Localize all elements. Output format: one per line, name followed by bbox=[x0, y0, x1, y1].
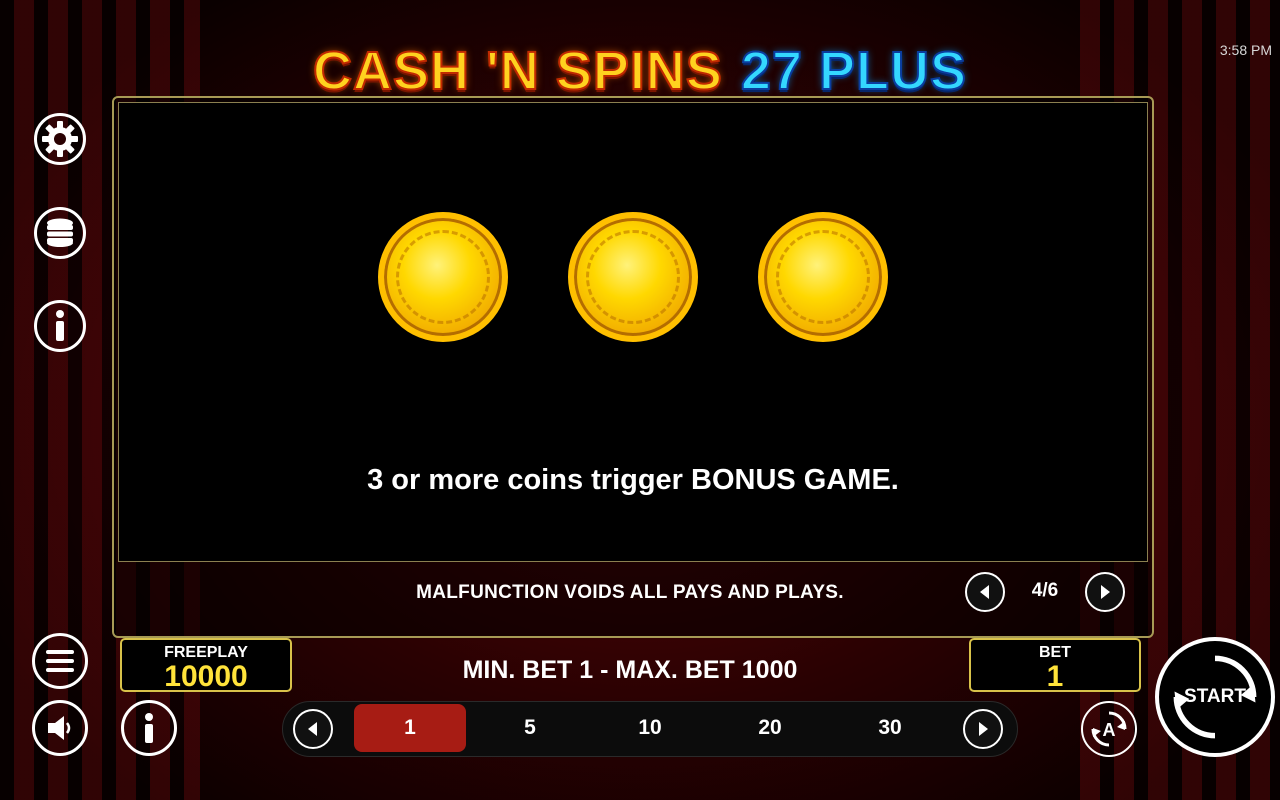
autoplay-button[interactable]: A bbox=[1081, 701, 1137, 757]
bet-decrease-button[interactable] bbox=[293, 709, 333, 749]
menu-icon bbox=[46, 650, 74, 672]
info-icon bbox=[145, 713, 153, 743]
bet-limits: MIN. BET 1 - MAX. BET 1000 bbox=[462, 656, 798, 684]
chevron-left-icon bbox=[308, 722, 317, 736]
gear-icon bbox=[42, 121, 78, 157]
info-button[interactable] bbox=[34, 300, 86, 352]
malfunction-disclaimer: MALFUNCTION VOIDS ALL PAYS AND PLAYS. bbox=[416, 582, 844, 603]
paytable-prev-button[interactable] bbox=[965, 572, 1005, 612]
game-title-part1: CASH 'N SPINS bbox=[312, 40, 723, 102]
coin-stack-icon bbox=[47, 218, 73, 247]
balance-value: 10000 bbox=[164, 660, 248, 693]
bet-increase-button[interactable] bbox=[963, 709, 1003, 749]
bet-option-10[interactable]: 10 bbox=[594, 704, 706, 752]
start-label: START bbox=[1184, 686, 1246, 707]
bet-settings-button[interactable] bbox=[34, 207, 86, 259]
bet-option-20[interactable]: 20 bbox=[714, 704, 826, 752]
paytable-page-indicator: 4/6 bbox=[1031, 580, 1059, 601]
bet-option-5[interactable]: 5 bbox=[474, 704, 586, 752]
status-clock: 3:58 PM bbox=[1219, 42, 1272, 58]
speaker-icon bbox=[48, 716, 71, 740]
balance-box: FREEPLAY 10000 bbox=[120, 638, 292, 692]
sound-button[interactable] bbox=[32, 700, 88, 756]
paytable-info-button[interactable] bbox=[121, 700, 177, 756]
gold-coin-symbol bbox=[378, 212, 508, 342]
game-title-part2: 27 PLUS bbox=[740, 40, 967, 102]
start-button[interactable]: START bbox=[1155, 637, 1275, 757]
bonus-description: 3 or more coins trigger BONUS GAME. bbox=[367, 464, 899, 496]
bet-option-1[interactable]: 1 bbox=[354, 704, 466, 752]
settings-button[interactable] bbox=[34, 113, 86, 165]
paytable-next-button[interactable] bbox=[1085, 572, 1125, 612]
bet-option-30[interactable]: 30 bbox=[834, 704, 946, 752]
game-screen: CASH 'N SPINS 27 PLUS 3:58 PM 3 or more … bbox=[0, 0, 1280, 800]
game-title: CASH 'N SPINS 27 PLUS bbox=[0, 40, 1280, 102]
bet-box: BET 1 bbox=[969, 638, 1141, 692]
gold-coin-symbol bbox=[758, 212, 888, 342]
menu-button[interactable] bbox=[32, 633, 88, 689]
info-icon bbox=[56, 310, 64, 341]
autoplay-label: A bbox=[1103, 720, 1116, 740]
chevron-right-icon bbox=[979, 722, 988, 736]
gold-coin-symbol bbox=[568, 212, 698, 342]
autoplay-icon: A bbox=[1091, 711, 1127, 747]
chevron-left-icon bbox=[980, 585, 989, 599]
chevron-right-icon bbox=[1101, 585, 1110, 599]
bet-value: 1 bbox=[1046, 660, 1064, 693]
